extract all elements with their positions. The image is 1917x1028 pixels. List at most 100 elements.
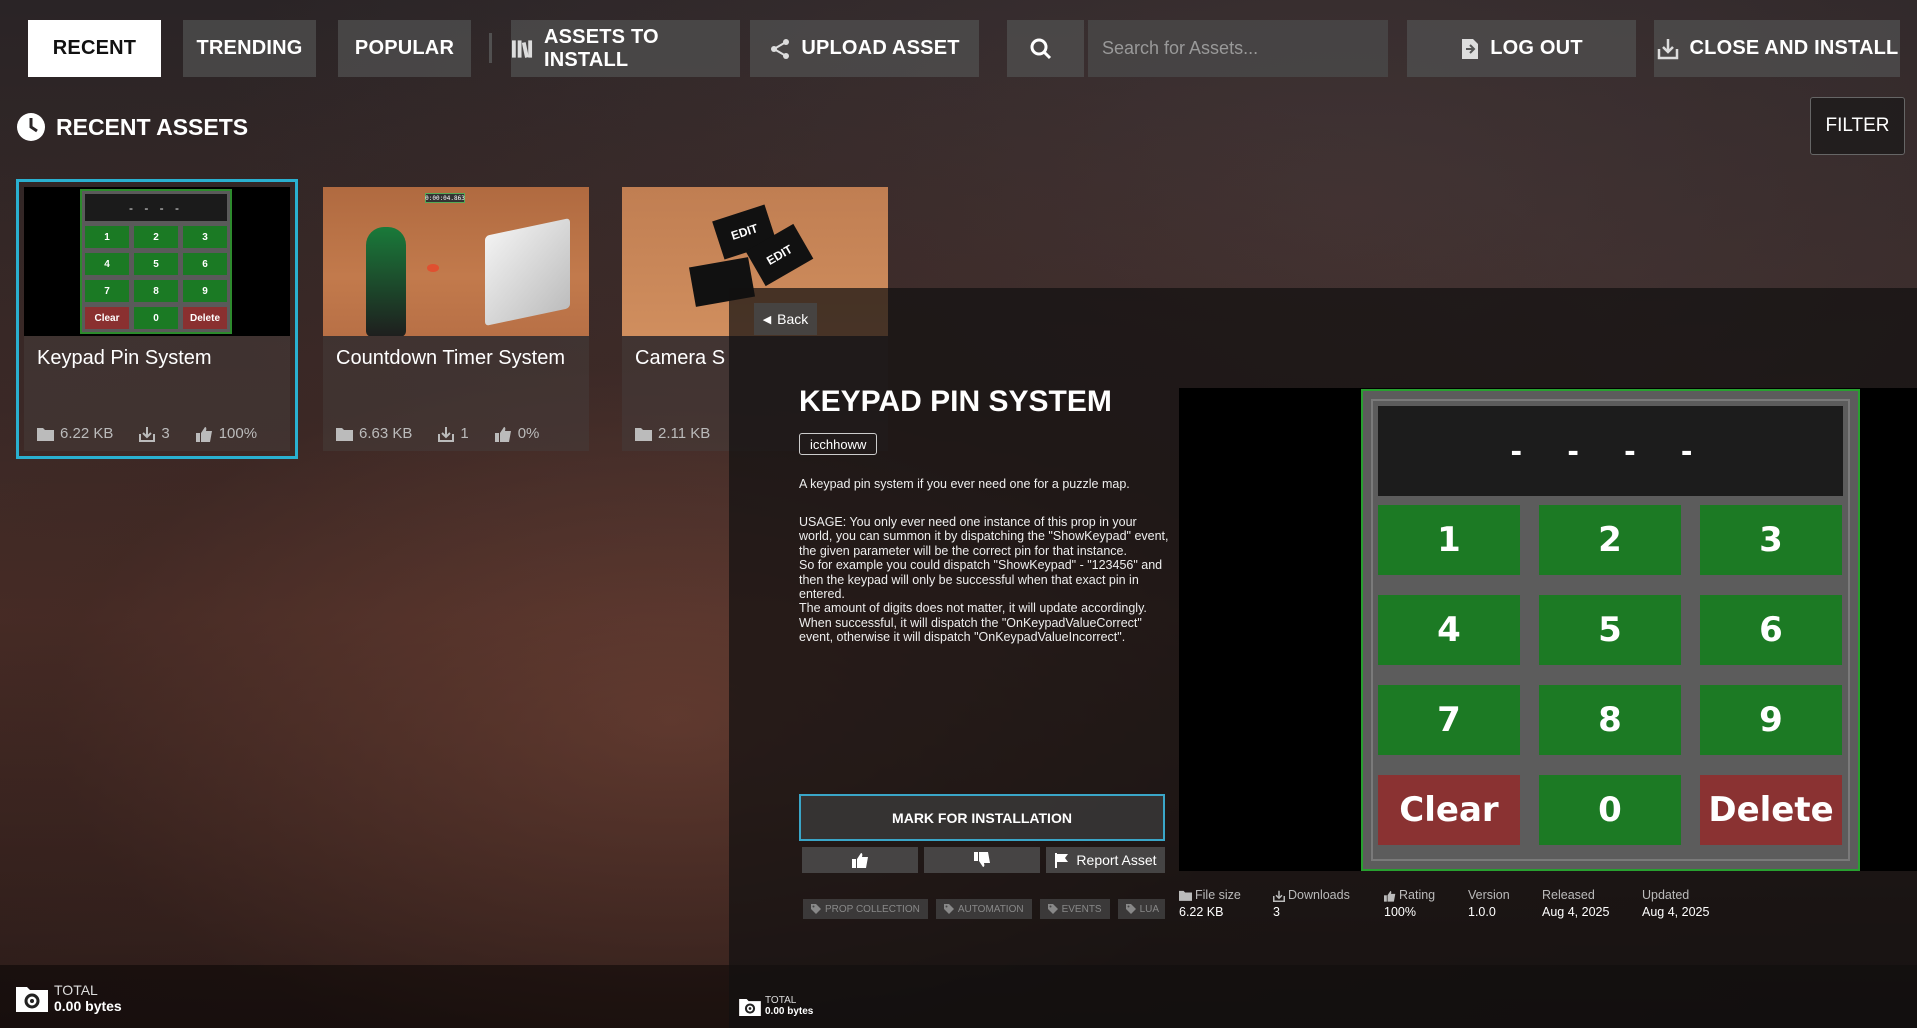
asset-card-keypad[interactable]: - - - - 1 2 3 4 5 6 7 8 9 Clear 0 Delete…: [16, 179, 298, 459]
log-out-button[interactable]: LOG OUT: [1407, 20, 1636, 77]
footer-total-right: TOTAL 0.00 bytes: [739, 995, 813, 1017]
preview-key: Delete: [1700, 775, 1842, 845]
download-icon: [438, 426, 455, 442]
tag-icon: [811, 904, 821, 914]
meta-rating: Rating 100%: [1384, 887, 1435, 921]
meta-value: 3: [1273, 905, 1280, 919]
downvote-button[interactable]: [924, 847, 1040, 873]
total-value: 0.00 bytes: [54, 998, 122, 1014]
preview-key: 0: [1539, 775, 1681, 845]
thumbs-down-icon: [973, 852, 990, 867]
asset-title: KEYPAD PIN SYSTEM: [799, 385, 1112, 418]
tab-trending-label: TRENDING: [196, 37, 303, 59]
mark-for-installation-button[interactable]: MARK FOR INSTALLATION: [799, 794, 1165, 841]
back-label: Back: [777, 311, 809, 327]
tag-icon: [1047, 904, 1058, 914]
mini-key: 3: [183, 226, 227, 248]
report-asset-label: Report Asset: [1076, 852, 1157, 868]
close-and-install-button[interactable]: CLOSE AND INSTALL: [1654, 20, 1900, 77]
cube-shape: [485, 217, 570, 327]
author-name: icchhoww: [810, 436, 867, 452]
preview-keypad-display: - - - -: [1378, 406, 1843, 496]
meta-value: Aug 4, 2025: [1542, 905, 1610, 919]
logout-icon: [1462, 38, 1479, 59]
report-asset-button[interactable]: Report Asset: [1046, 847, 1165, 873]
asset-downloads: 1: [460, 425, 469, 442]
upload-asset-button[interactable]: UPLOAD ASSET: [750, 20, 979, 77]
preview-key: 9: [1700, 685, 1842, 755]
meta-label: Rating: [1399, 888, 1436, 902]
thumbs-up-icon: [851, 853, 868, 868]
nav-divider: [489, 33, 492, 63]
meta-label: Updated: [1642, 888, 1690, 902]
filter-button[interactable]: FILTER: [1810, 97, 1905, 155]
mini-key: 2: [134, 226, 178, 248]
back-button[interactable]: ◀ Back: [754, 303, 817, 335]
log-out-label: LOG OUT: [1490, 37, 1583, 59]
asset-size: 6.22 KB: [60, 425, 114, 442]
tag-list: PROP COLLECTION AUTOMATION EVENTS LUA: [803, 899, 1165, 919]
close-and-install-label: CLOSE AND INSTALL: [1689, 37, 1899, 59]
search-button[interactable]: [1007, 20, 1084, 77]
thumbs-up-icon: [1384, 890, 1396, 902]
mini-key: Delete: [183, 307, 227, 329]
tab-trending[interactable]: TRENDING: [183, 20, 316, 77]
flag-icon: [1055, 853, 1069, 868]
timer-prop: [427, 264, 439, 272]
mini-keypad-display: - - - -: [85, 194, 227, 221]
preview-key: Clear: [1378, 775, 1520, 845]
tab-recent[interactable]: RECENT: [28, 20, 161, 77]
total-value: 0.00 bytes: [765, 1006, 814, 1017]
tag-prop-collection[interactable]: PROP COLLECTION: [803, 899, 928, 919]
meta-version: Version 1.0.0: [1468, 887, 1510, 921]
meta-updated: Updated Aug 4, 2025: [1642, 887, 1709, 921]
tag-label: LUA: [1139, 903, 1160, 915]
section-title: RECENT ASSETS: [56, 113, 249, 140]
tag-automation[interactable]: AUTOMATION: [935, 899, 1032, 919]
total-label: TOTAL: [54, 982, 98, 998]
asset-rating: 100%: [218, 425, 258, 442]
preview-key: 8: [1539, 685, 1681, 755]
mini-key: 6: [183, 253, 227, 275]
assets-to-install-label: ASSETS TO INSTALL: [543, 25, 659, 71]
asset-card-title: Countdown Timer System: [336, 347, 565, 369]
mini-key: 8: [134, 280, 178, 302]
tab-recent-label: RECENT: [52, 37, 137, 59]
meta-value: Aug 4, 2025: [1642, 905, 1710, 919]
search-input[interactable]: [1088, 20, 1388, 77]
mini-key: 4: [85, 253, 129, 275]
preview-key: 5: [1539, 595, 1681, 665]
meta-value: 1.0.0: [1468, 905, 1496, 919]
tab-popular-label: POPULAR: [354, 37, 455, 59]
tag-lua[interactable]: LUA: [1117, 899, 1165, 919]
clock-icon: [17, 113, 45, 141]
upvote-button[interactable]: [802, 847, 918, 873]
folder-icon: [1179, 890, 1192, 901]
mini-key: Clear: [85, 307, 129, 329]
tag-events[interactable]: EVENTS: [1039, 899, 1110, 919]
meta-released: Released Aug 4, 2025: [1542, 887, 1609, 921]
asset-thumbnail: 0:00:04.863: [323, 187, 589, 336]
preview-keypad: - - - - 1 2 3 4 5 6 7 8 9 Clear 0 Delete: [1361, 389, 1860, 871]
preview-key: 2: [1539, 505, 1681, 575]
asset-size: 2.11 KB: [658, 425, 711, 442]
asset-card-stats: 6.63 KB 1 0%: [336, 425, 565, 442]
mini-keypad: - - - - 1 2 3 4 5 6 7 8 9 Clear 0 Delete: [80, 189, 232, 334]
preview-key: 7: [1378, 685, 1520, 755]
assets-to-install-button[interactable]: ASSETS TO INSTALL: [511, 20, 740, 77]
asset-rating: 0%: [517, 425, 540, 442]
install-icon: [1657, 38, 1678, 59]
tab-popular[interactable]: POPULAR: [338, 20, 471, 77]
asset-description: A keypad pin system if you ever need one…: [799, 477, 1130, 491]
meta-label: Downloads: [1288, 888, 1350, 902]
download-icon: [139, 426, 156, 442]
tag-label: EVENTS: [1061, 903, 1102, 915]
author-badge[interactable]: icchhoww: [799, 433, 878, 455]
asset-downloads: 3: [161, 425, 170, 442]
meta-label: Released: [1542, 888, 1595, 902]
asset-card-countdown[interactable]: 0:00:04.863 Countdown Timer System 6.63 …: [323, 187, 589, 451]
tag-icon: [1125, 904, 1136, 914]
mini-key: 7: [85, 280, 129, 302]
asset-usage: USAGE: You only ever need one instance o…: [799, 515, 1169, 645]
asset-card-title: Keypad Pin System: [37, 347, 212, 369]
